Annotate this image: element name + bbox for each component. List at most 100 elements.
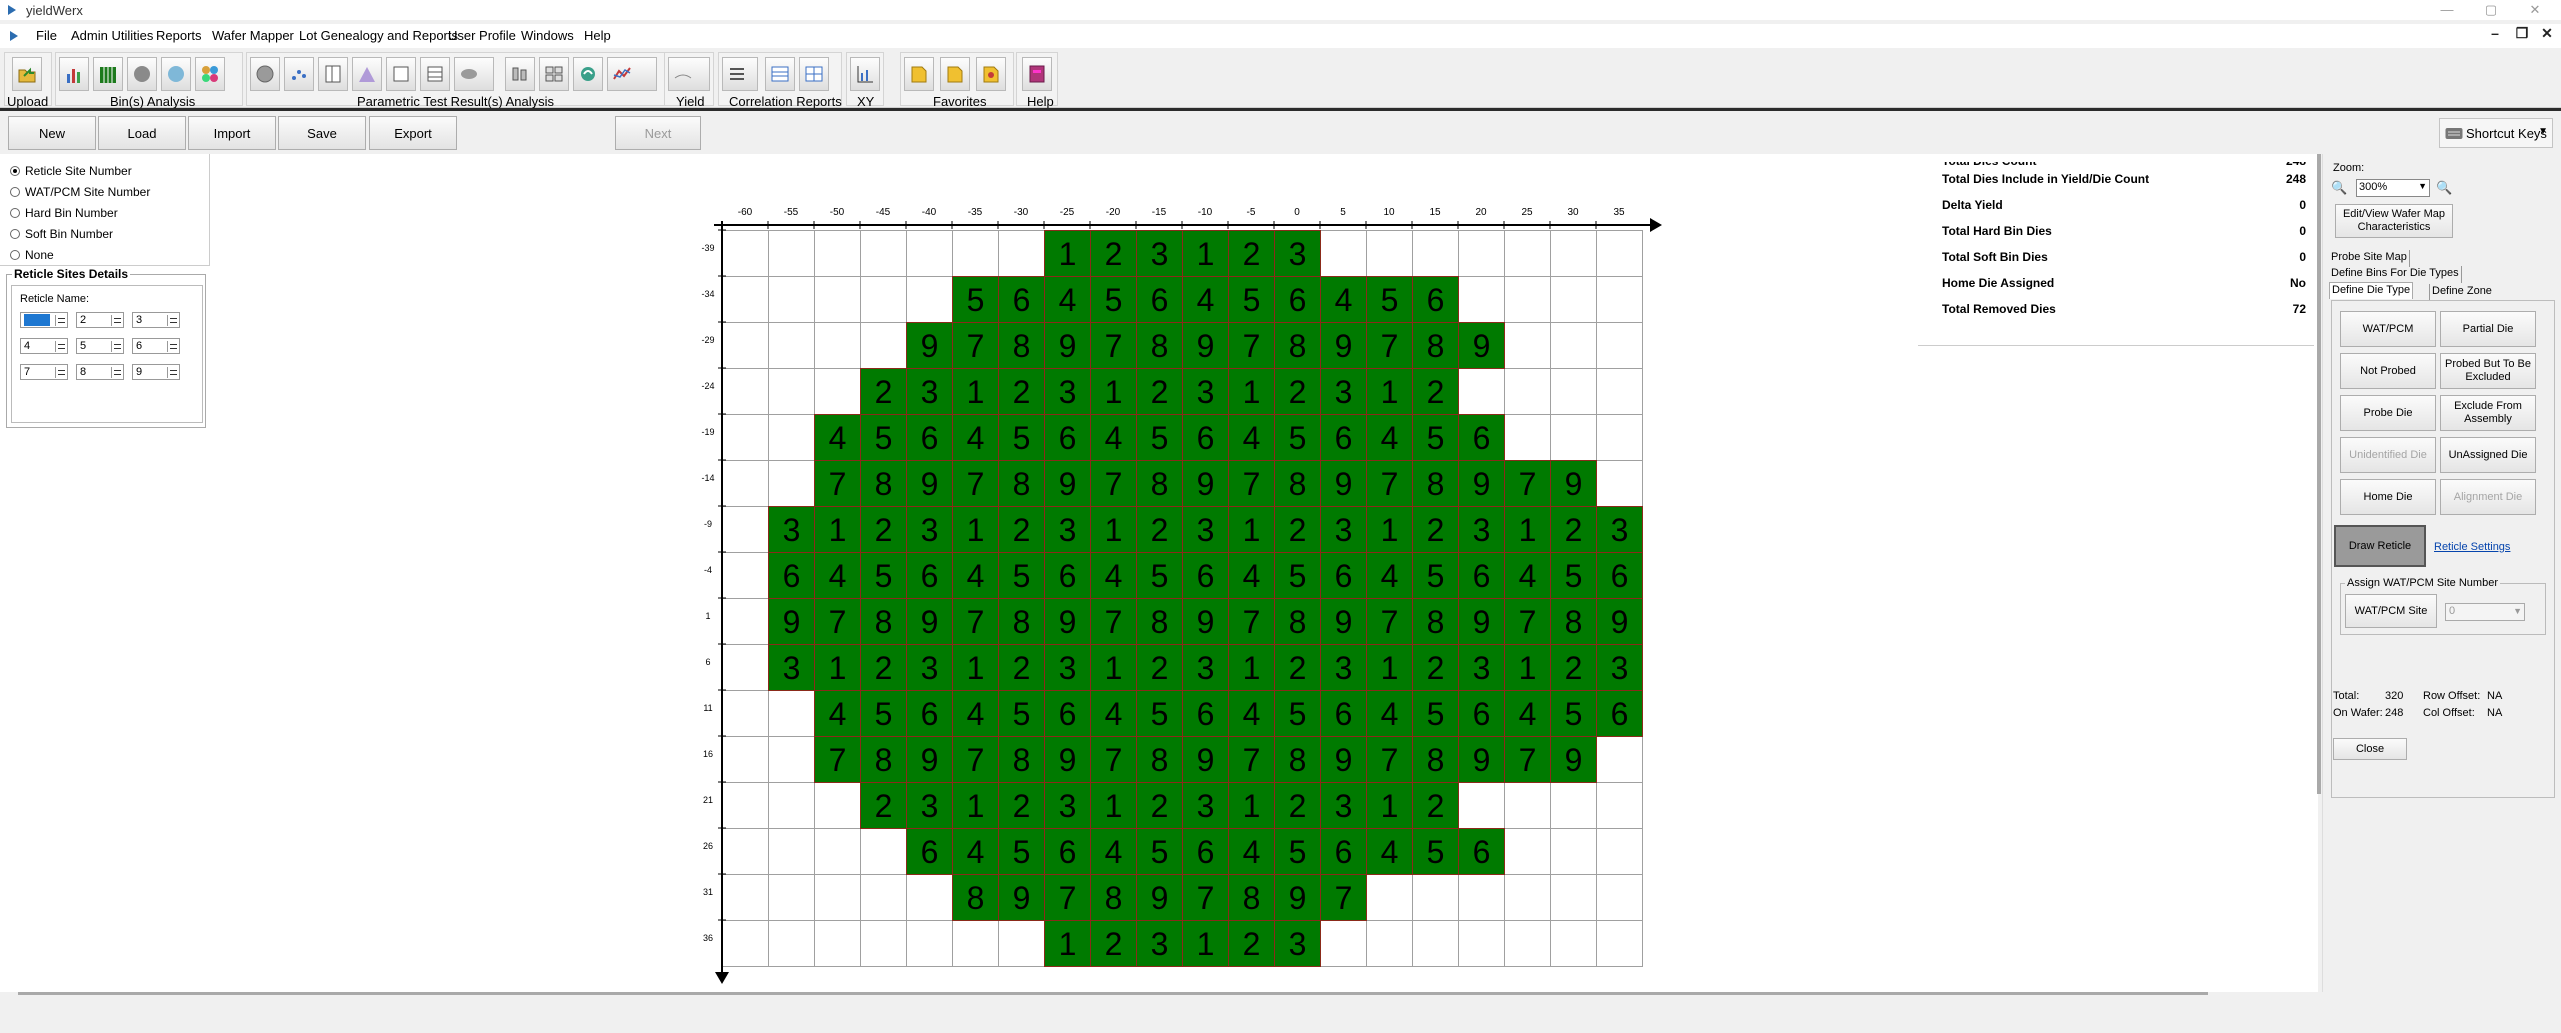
reticle-site-spin[interactable]: [20, 312, 68, 328]
radio-hard-bin-number[interactable]: Hard Bin Number: [10, 206, 118, 220]
die-type-alignment-button[interactable]: Alignment Die: [2440, 479, 2536, 515]
die-type-exclude-assembly-button[interactable]: Exclude From Assembly: [2440, 395, 2536, 431]
menu-help[interactable]: Help: [584, 28, 611, 43]
empty-die-cell[interactable]: [860, 322, 907, 369]
empty-die-cell[interactable]: [1596, 460, 1643, 507]
zoom-select[interactable]: 300% ▼: [2356, 179, 2430, 197]
empty-die-cell[interactable]: [1366, 920, 1413, 967]
empty-die-cell[interactable]: [1504, 322, 1551, 369]
new-button[interactable]: New: [8, 116, 96, 150]
export-button[interactable]: Export: [369, 116, 457, 150]
edit-wafer-map-characteristics-button[interactable]: Edit/View Wafer Map Characteristics: [2335, 204, 2453, 238]
empty-die-cell[interactable]: [998, 230, 1045, 277]
menu-lot-genealogy[interactable]: Lot Genealogy and Reports: [299, 28, 458, 43]
tab-define-bins-for-die-types[interactable]: Define Bins For Die Types: [2329, 266, 2462, 283]
die-type-partial-die-button[interactable]: Partial Die: [2440, 311, 2536, 347]
empty-die-cell[interactable]: [722, 874, 769, 921]
correlation-summary-button[interactable]: [722, 57, 758, 91]
empty-die-cell[interactable]: [1596, 414, 1643, 461]
empty-die-cell[interactable]: [906, 276, 953, 323]
empty-die-cell[interactable]: [860, 230, 907, 277]
bin-stack-button[interactable]: [93, 57, 123, 91]
param-probe-button[interactable]: [454, 57, 494, 91]
empty-die-cell[interactable]: [860, 276, 907, 323]
empty-die-cell[interactable]: [814, 782, 861, 829]
empty-die-cell[interactable]: [768, 690, 815, 737]
menu-reports[interactable]: Reports: [156, 28, 202, 43]
reticle-settings-link[interactable]: Reticle Settings: [2434, 541, 2510, 553]
empty-die-cell[interactable]: [1550, 828, 1597, 875]
empty-die-cell[interactable]: [722, 828, 769, 875]
empty-die-cell[interactable]: [768, 874, 815, 921]
empty-die-cell[interactable]: [1458, 874, 1505, 921]
bin-wafer-color-button[interactable]: [161, 57, 191, 91]
bin-wafer-button[interactable]: [127, 57, 157, 91]
vertical-scrollbar[interactable]: [2317, 154, 2321, 794]
empty-die-cell[interactable]: [1550, 230, 1597, 277]
empty-die-cell[interactable]: [860, 874, 907, 921]
empty-die-cell[interactable]: [722, 230, 769, 277]
shortcut-keys-button[interactable]: Shortcut Keys ▼: [2439, 118, 2553, 148]
radio-reticle-site-number[interactable]: Reticle Site Number: [10, 164, 132, 178]
empty-die-cell[interactable]: [814, 368, 861, 415]
empty-die-cell[interactable]: [1596, 368, 1643, 415]
die-type-unassigned-button[interactable]: UnAssigned Die: [2440, 437, 2536, 473]
radio-none[interactable]: None: [10, 248, 54, 262]
spin-arrows-icon[interactable]: [55, 315, 65, 326]
correlation-grid-button[interactable]: [799, 57, 829, 91]
reticle-site-spin[interactable]: 7: [20, 364, 68, 380]
empty-die-cell[interactable]: [814, 322, 861, 369]
empty-die-cell[interactable]: [1504, 782, 1551, 829]
empty-die-cell[interactable]: [1458, 368, 1505, 415]
empty-die-cell[interactable]: [768, 276, 815, 323]
param-trend-button[interactable]: [607, 57, 657, 91]
empty-die-cell[interactable]: [1458, 230, 1505, 277]
spin-arrows-icon[interactable]: [55, 367, 65, 378]
radio-soft-bin-number[interactable]: Soft Bin Number: [10, 227, 113, 241]
yield-button[interactable]: [668, 57, 710, 91]
param-correlation-button[interactable]: [573, 57, 603, 91]
reticle-site-spin[interactable]: 9: [132, 364, 180, 380]
param-scatter-button[interactable]: [284, 57, 314, 91]
empty-die-cell[interactable]: [1550, 874, 1597, 921]
import-button[interactable]: Import: [188, 116, 276, 150]
maximize-button[interactable]: ▢: [2468, 0, 2514, 20]
minimize-button[interactable]: —: [2424, 0, 2470, 20]
spin-arrows-icon[interactable]: [167, 367, 177, 378]
die-type-not-probed-button[interactable]: Not Probed: [2340, 353, 2436, 389]
empty-die-cell[interactable]: [998, 920, 1045, 967]
close-window-button[interactable]: ✕: [2512, 0, 2558, 20]
param-wafer-button[interactable]: [250, 57, 280, 91]
empty-die-cell[interactable]: [1596, 736, 1643, 783]
param-multiplot-button[interactable]: [539, 57, 569, 91]
empty-die-cell[interactable]: [1550, 782, 1597, 829]
param-histogram-button[interactable]: [352, 57, 382, 91]
die-type-probe-die-button[interactable]: Probe Die: [2340, 395, 2436, 431]
tab-probe-site-map[interactable]: Probe Site Map: [2329, 250, 2410, 267]
empty-die-cell[interactable]: [1550, 276, 1597, 323]
empty-die-cell[interactable]: [722, 598, 769, 645]
empty-die-cell[interactable]: [1366, 230, 1413, 277]
empty-die-cell[interactable]: [1458, 276, 1505, 323]
spin-arrows-icon[interactable]: [167, 341, 177, 352]
xy-button[interactable]: [850, 57, 880, 91]
correlation-table-button[interactable]: [765, 57, 795, 91]
empty-die-cell[interactable]: [1596, 920, 1643, 967]
empty-die-cell[interactable]: [722, 782, 769, 829]
empty-die-cell[interactable]: [768, 368, 815, 415]
empty-die-cell[interactable]: [1550, 322, 1597, 369]
empty-die-cell[interactable]: [1504, 828, 1551, 875]
mdi-minimize-button[interactable]: –: [2485, 25, 2505, 45]
mdi-restore-button[interactable]: ❐: [2512, 25, 2532, 45]
empty-die-cell[interactable]: [952, 230, 999, 277]
zoom-out-icon[interactable]: 🔍: [2331, 180, 2347, 196]
wafer-map[interactable]: 1 2 3 1 2 35 6 4 5 6 4 5 6 4 5 69 7 8 9 7 8 9 7 8 9 7 8 92 3 1 2 3 1 2 3 1 2…: [690, 196, 1670, 990]
empty-die-cell[interactable]: [1320, 230, 1367, 277]
empty-die-cell[interactable]: [768, 920, 815, 967]
empty-die-cell[interactable]: [906, 874, 953, 921]
empty-die-cell[interactable]: [860, 828, 907, 875]
empty-die-cell[interactable]: [1596, 276, 1643, 323]
empty-die-cell[interactable]: [1504, 414, 1551, 461]
empty-die-cell[interactable]: [1412, 230, 1459, 277]
empty-die-cell[interactable]: [814, 230, 861, 277]
